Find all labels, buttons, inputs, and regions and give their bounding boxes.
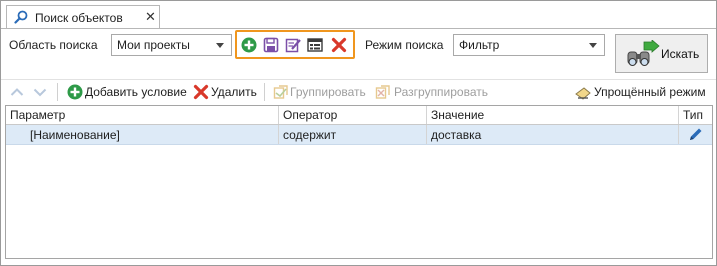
column-header-parameter[interactable]: Параметр xyxy=(6,106,279,124)
add-condition-button[interactable]: Добавить условие xyxy=(85,85,187,99)
cell-value-text: доставка xyxy=(431,128,482,142)
search-mode-label: Режим поиска xyxy=(365,38,444,52)
toolbar-separator xyxy=(264,83,265,101)
close-icon[interactable]: ✕ xyxy=(145,9,156,25)
tab-label: Поиск объектов xyxy=(35,11,123,25)
tab-search-objects[interactable]: Поиск объектов ✕ xyxy=(6,5,160,29)
search-button-label: Искать xyxy=(661,47,700,61)
tab-strip: Поиск объектов ✕ xyxy=(1,1,716,29)
cell-parameter-text: [Наименование] xyxy=(30,128,120,142)
toolbar-divider xyxy=(1,79,716,80)
query-actions-group xyxy=(235,30,355,59)
column-header-label: Тип xyxy=(683,108,704,122)
simplified-mode-icon[interactable] xyxy=(575,84,591,100)
column-header-label: Значение xyxy=(431,108,485,122)
delete-condition-button[interactable]: Удалить xyxy=(211,85,257,99)
conditions-grid: Параметр Оператор Значение Тип [Наименов… xyxy=(5,105,713,259)
table-row[interactable]: [Наименование] содержит доставка xyxy=(6,125,712,145)
simplified-mode-button[interactable]: Упрощённый режим xyxy=(594,85,706,99)
search-area-value: Мои проекты xyxy=(117,38,190,52)
search-objects-window: Поиск объектов ✕ Область поиска Мои прое… xyxy=(0,0,717,266)
arrow-up-icon[interactable] xyxy=(10,84,24,100)
binoculars-icon xyxy=(627,40,660,66)
group-icon[interactable] xyxy=(273,84,289,100)
cell-operator-text: содержит xyxy=(283,128,337,142)
column-header-operator[interactable]: Оператор xyxy=(279,106,427,124)
cell-value[interactable]: доставка xyxy=(427,125,679,144)
column-header-value[interactable]: Значение xyxy=(427,106,679,124)
search-button[interactable]: Искать xyxy=(615,34,708,73)
group-button[interactable]: Группировать xyxy=(290,85,366,99)
column-header-type[interactable]: Тип xyxy=(679,106,712,124)
pencil-icon[interactable] xyxy=(688,127,703,142)
arrow-down-icon[interactable] xyxy=(33,84,47,100)
toolbar-separator xyxy=(57,83,58,101)
add-condition-icon[interactable] xyxy=(67,84,83,100)
grid-header: Параметр Оператор Значение Тип xyxy=(6,106,712,125)
search-area-dropdown[interactable]: Мои проекты xyxy=(111,34,232,56)
cell-parameter[interactable]: [Наименование] xyxy=(6,125,279,144)
ungroup-icon[interactable] xyxy=(375,84,391,100)
edit-icon[interactable] xyxy=(285,37,301,53)
add-icon[interactable] xyxy=(241,37,257,53)
form-view-icon[interactable] xyxy=(307,37,323,53)
chevron-down-icon xyxy=(589,43,597,48)
search-icon xyxy=(14,10,28,24)
cell-operator[interactable]: содержит xyxy=(279,125,427,144)
cell-type[interactable] xyxy=(679,125,712,144)
ungroup-button[interactable]: Разгруппировать xyxy=(394,85,488,99)
search-mode-dropdown[interactable]: Фильтр xyxy=(453,34,605,56)
chevron-down-icon xyxy=(216,43,224,48)
delete-icon[interactable] xyxy=(331,37,347,53)
column-header-label: Оператор xyxy=(283,108,338,122)
delete-condition-icon[interactable] xyxy=(193,84,209,100)
column-header-label: Параметр xyxy=(10,108,66,122)
search-area-label: Область поиска xyxy=(9,38,98,52)
search-mode-value: Фильтр xyxy=(459,38,500,52)
save-icon[interactable] xyxy=(263,37,279,53)
tab-divider xyxy=(1,28,716,29)
